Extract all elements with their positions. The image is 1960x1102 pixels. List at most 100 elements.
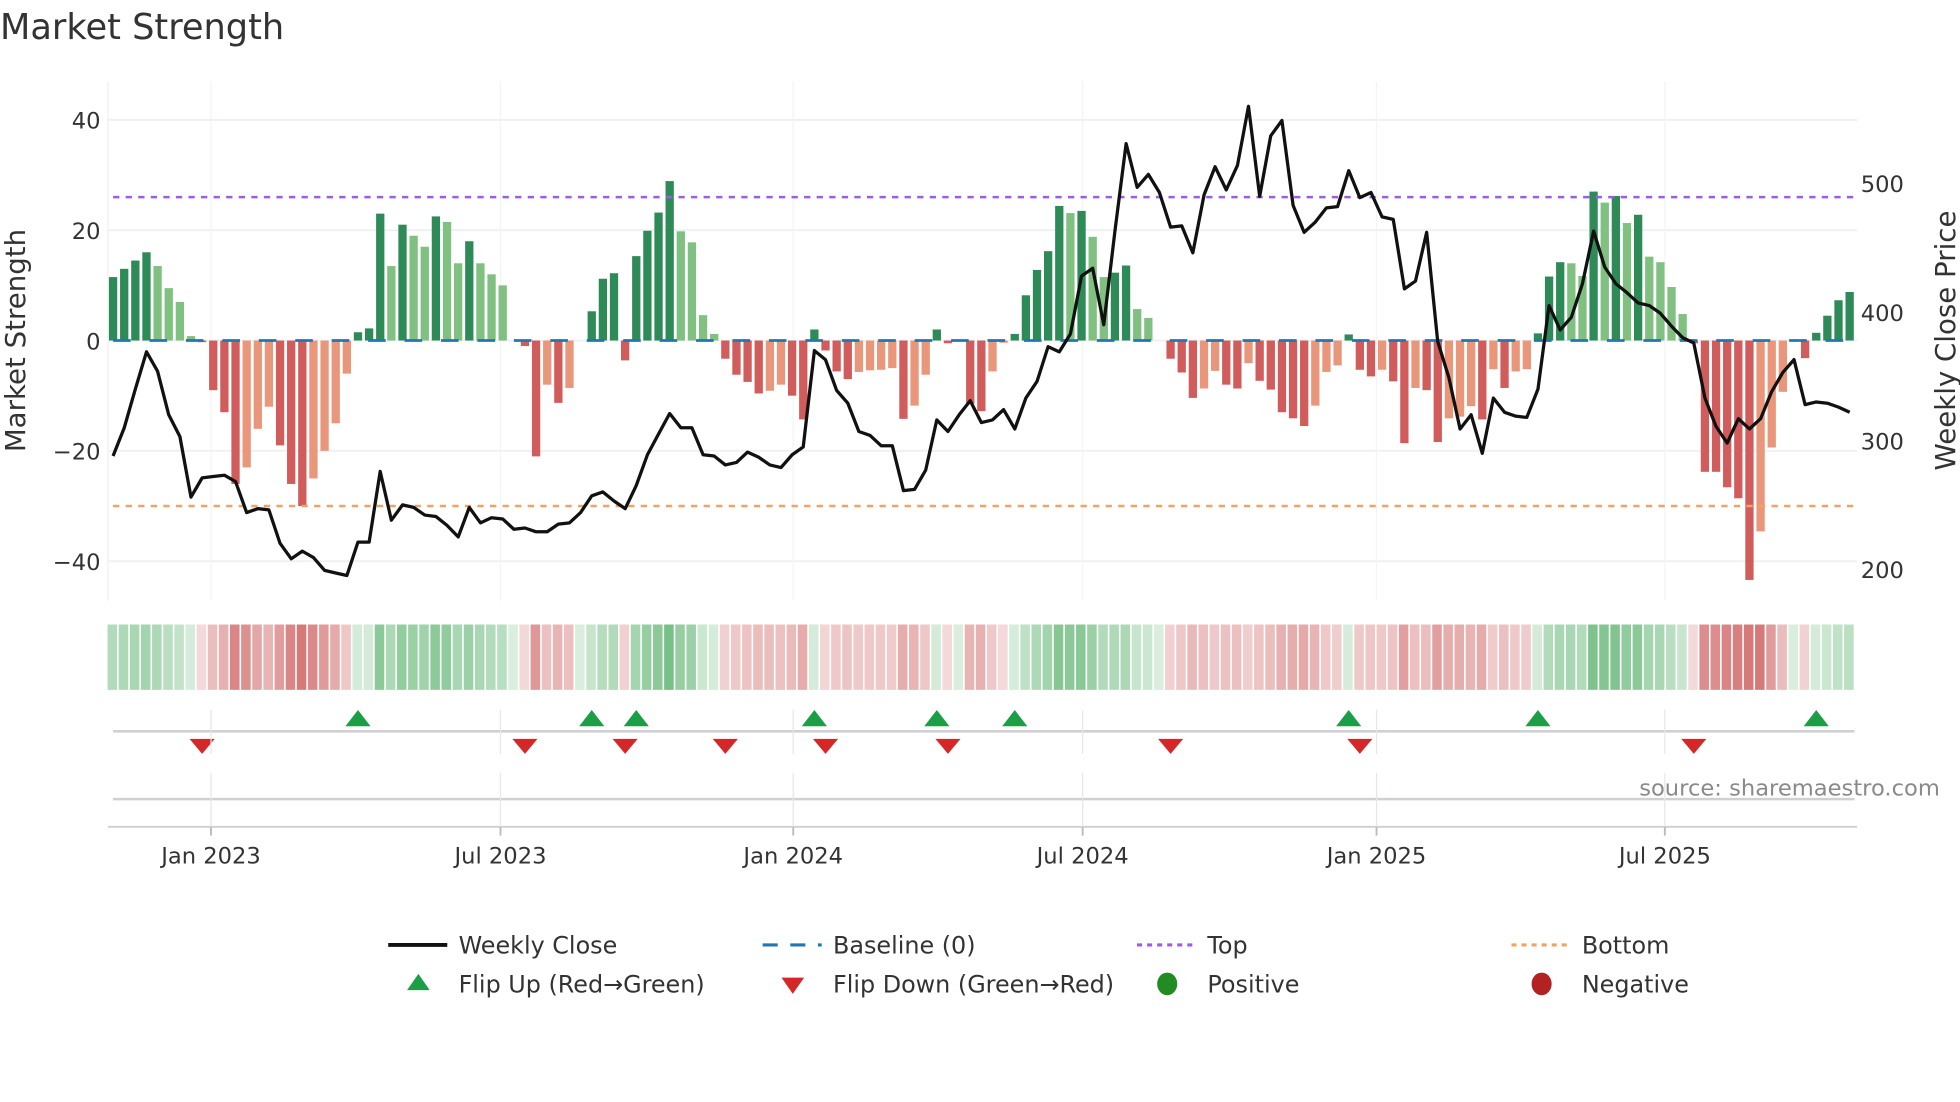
strip-cell	[1565, 624, 1576, 690]
legend-label: Flip Up (Red→Green)	[459, 971, 705, 999]
flip-down-marker	[712, 738, 738, 754]
legend-top: Top	[1137, 932, 1248, 960]
strip-cell	[1432, 624, 1442, 690]
strip-cell	[1766, 624, 1776, 690]
strip-cell	[1487, 624, 1498, 690]
strength-bar	[1244, 340, 1253, 364]
strength-bar	[1311, 340, 1320, 406]
strength-bar	[1467, 340, 1476, 407]
strip-cell	[1465, 624, 1476, 690]
strip-cell	[1677, 624, 1687, 690]
x-tick-label: Jan 2023	[159, 843, 261, 869]
strength-bar	[598, 278, 608, 341]
strength-bar	[832, 340, 841, 372]
strip-cell	[1042, 624, 1053, 690]
strip-cell	[1821, 624, 1832, 690]
strip-cell	[1198, 624, 1209, 690]
strip-cell	[1732, 624, 1743, 690]
strength-bar	[275, 340, 285, 446]
strength-bar	[1210, 340, 1220, 371]
strip-cell	[1153, 624, 1164, 690]
flip-down-marker	[812, 738, 839, 754]
strip-cell	[374, 624, 385, 690]
legend-label: Top	[1206, 932, 1247, 960]
strip-cell	[163, 624, 173, 690]
flip-up-marker	[579, 709, 605, 727]
legend-label: Bottom	[1582, 932, 1670, 960]
strip-cell	[229, 624, 240, 690]
strength-bar	[1222, 340, 1231, 385]
strip-cell	[1332, 624, 1342, 690]
strength-bar	[431, 216, 441, 341]
strength-bar	[175, 301, 185, 341]
strength-bar	[1411, 340, 1420, 388]
strength-bar	[1188, 340, 1198, 398]
strip-cell	[241, 624, 251, 690]
strip-cell	[1743, 624, 1754, 690]
strip-cell	[552, 624, 563, 690]
strength-bar	[253, 340, 262, 429]
strength-bar	[888, 340, 897, 369]
strip-cell	[864, 624, 875, 690]
strength-bar	[131, 260, 140, 341]
strength-bar	[442, 221, 452, 341]
strip-cell	[719, 624, 730, 690]
strength-bar	[1322, 340, 1331, 372]
strip-cell	[1699, 624, 1709, 690]
strength-bar	[1522, 340, 1531, 370]
strip-cell	[408, 624, 418, 690]
flip-up-marker	[1803, 709, 1829, 727]
strength-bar	[487, 274, 496, 341]
strength-bar	[676, 231, 685, 341]
strip-cell	[118, 624, 129, 690]
strength-bar	[1667, 287, 1676, 341]
y-axis-ticks: 40 20 0 −20 −40	[53, 109, 101, 576]
strength-bar	[1511, 340, 1520, 372]
strength-bar	[1355, 340, 1364, 370]
strip-cell	[653, 624, 663, 690]
strip-cell	[1621, 624, 1632, 690]
strength-bar	[287, 340, 296, 484]
strip-cell	[1087, 624, 1097, 690]
strip-cell	[775, 624, 786, 690]
strip-cell	[975, 624, 986, 690]
strip-cell	[1710, 624, 1721, 690]
strength-bar	[877, 340, 886, 370]
strip-cell	[1387, 624, 1398, 690]
strip-cell	[1365, 624, 1375, 690]
strip-cell	[296, 624, 307, 690]
strip-cell	[1254, 624, 1264, 690]
x-tick-label: Jan 2024	[741, 843, 843, 869]
strength-bar	[687, 242, 697, 341]
x-axis-ticks: Jan 2023 Jul 2023 Jan 2024 Jul 2024 Jan 2025…	[159, 709, 1711, 869]
flip-down-marker	[512, 738, 538, 754]
strength-bar	[120, 268, 129, 341]
strip-cell	[764, 624, 774, 690]
strip-cell	[1276, 624, 1286, 690]
strength-bar	[364, 328, 374, 341]
strip-cell	[1799, 624, 1810, 690]
strength-bar	[632, 256, 641, 341]
strip-cell	[1131, 624, 1142, 690]
positive-circle-icon	[1157, 972, 1178, 996]
strength-bar	[665, 181, 674, 341]
strip-cell	[920, 624, 930, 690]
strength-bar	[242, 340, 251, 468]
y-tick-label: 0	[86, 329, 100, 355]
strength-bar	[1455, 340, 1465, 417]
strip-cell	[1421, 624, 1431, 690]
strip-cell	[1599, 624, 1609, 690]
regime-strip	[107, 624, 1854, 690]
strength-bar	[821, 340, 830, 351]
strip-cell	[1777, 624, 1787, 690]
strip-cell	[1098, 624, 1108, 690]
strength-bar	[565, 340, 574, 388]
strip-cell	[1064, 624, 1075, 690]
strip-cell	[808, 624, 819, 690]
strength-bar	[1422, 340, 1431, 391]
legend-label: Flip Down (Green→Red)	[833, 971, 1114, 999]
strip-cell	[396, 624, 407, 690]
x-tick-label: Jul 2025	[1617, 843, 1711, 869]
strip-cell	[619, 624, 630, 690]
legend-baseline: Baseline (0)	[762, 932, 976, 960]
